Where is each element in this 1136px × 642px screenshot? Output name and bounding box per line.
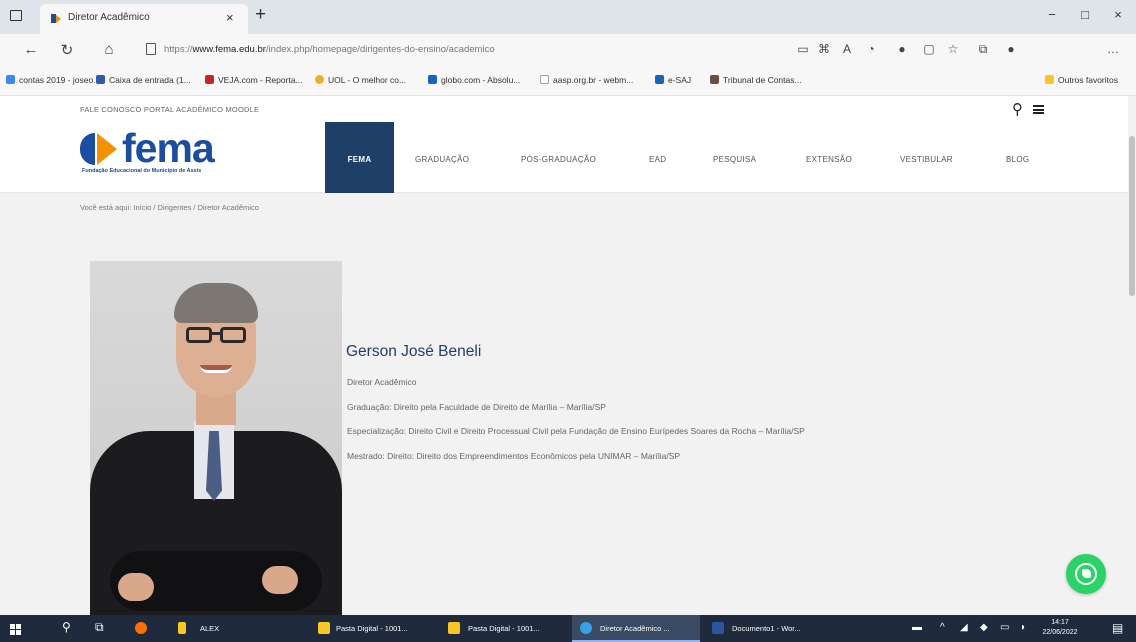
taskbar-app-pasta-2[interactable]: Pasta Digital - 1001...: [448, 615, 568, 642]
logo-mark-icon: [80, 133, 120, 165]
whatsapp-icon[interactable]: [1066, 554, 1106, 594]
search-icon[interactable]: ⚲: [1012, 100, 1023, 118]
folder-icon: [1045, 75, 1054, 84]
volume-icon[interactable]: ◗: [1020, 622, 1026, 633]
hamburger-menu-icon[interactable]: [1033, 105, 1044, 114]
edge-icon: [580, 622, 592, 634]
security-icon[interactable]: ◆: [980, 622, 988, 633]
taskbar-user-label[interactable]: ALEX: [200, 624, 219, 633]
bookmark-item[interactable]: e-SAJ: [655, 75, 691, 85]
nav-item-ead[interactable]: EAD: [649, 155, 666, 164]
extension-puzzle-icon[interactable]: ▢: [920, 42, 938, 56]
page-icon: [540, 75, 549, 84]
nav-item-extensao[interactable]: EXTENSÃO: [806, 155, 852, 164]
read-aloud-icon[interactable]: A: [838, 42, 856, 56]
nav-item-fema[interactable]: FEMA: [325, 122, 394, 193]
top-links[interactable]: FALE CONOSCO PORTAL ACADÊMICO MOODLE: [80, 105, 259, 114]
bookmarks-bar: contas 2019 - joseo... Caixa de entrada …: [0, 66, 1136, 96]
logo-text: fema: [122, 125, 215, 171]
page-info-icon[interactable]: [146, 43, 156, 55]
bookmark-item[interactable]: VEJA.com - Reporta...: [205, 75, 303, 85]
nav-item-pos-graduacao[interactable]: PÓS-GRADUAÇÃO: [521, 155, 596, 164]
battery-icon[interactable]: ▭: [1000, 622, 1009, 633]
system-clock[interactable]: 14:17 22/06/2022: [1041, 618, 1079, 638]
uol-icon: [315, 75, 324, 84]
bookmark-item[interactable]: Tribunal de Contas...: [710, 75, 802, 85]
extensions-icon[interactable]: ◔: [862, 42, 880, 56]
bookmark-item[interactable]: globo.com - Absolu...: [428, 75, 520, 85]
taskbar-app-browser[interactable]: Diretor Acadêmico ...: [572, 615, 700, 642]
bookmark-item[interactable]: contas 2019 - joseo...: [6, 75, 100, 85]
search-taskbar-icon[interactable]: ⚲: [62, 620, 71, 634]
bookmark-item[interactable]: Caixa de entrada (1...: [96, 75, 191, 85]
mestrado-line: Mestrado: Direito: Direito dos Empreendi…: [347, 451, 681, 461]
profile-avatar-icon[interactable]: ●: [1002, 42, 1020, 56]
folder-icon: [448, 622, 460, 634]
tribunal-icon: [710, 75, 719, 84]
nav-item-vestibular[interactable]: VESTIBULAR: [900, 155, 953, 164]
nav-item-pesquisa[interactable]: PESQUISA: [713, 155, 756, 164]
tab-actions-icon[interactable]: [10, 10, 22, 21]
browser-tab-bar: Diretor Acadêmico × + − □ ×: [0, 0, 1136, 34]
tab-close-icon[interactable]: ×: [226, 10, 234, 25]
google-icon: [6, 75, 15, 84]
logo-subtitle: Fundação Educacional do Município de Ass…: [82, 168, 202, 174]
top-strip: FALE CONOSCO PORTAL ACADÊMICO MOODLE ⚲: [0, 96, 1136, 122]
esaj-icon: [655, 75, 664, 84]
reader-icon[interactable]: ▭: [794, 42, 812, 56]
profile-photo: [90, 261, 342, 615]
word-icon: [712, 622, 724, 634]
reload-icon[interactable]: ↻: [58, 41, 76, 59]
web-page: FALE CONOSCO PORTAL ACADÊMICO MOODLE ⚲ f…: [0, 96, 1136, 615]
folder-icon: [318, 622, 330, 634]
graduacao-line: Graduação: Direito pela Faculdade de Dir…: [347, 402, 606, 412]
person-name: Gerson José Beneli: [346, 343, 482, 360]
new-tab-button[interactable]: +: [255, 5, 266, 25]
folder-taskbar-icon[interactable]: [178, 622, 186, 634]
apps-icon[interactable]: ⌘: [815, 42, 833, 56]
mail-icon: [96, 75, 105, 84]
home-icon[interactable]: ⌂: [100, 41, 118, 58]
address-toolbar: ← ↻ ⌂ https://www.fema.edu.br/index.php/…: [0, 34, 1136, 66]
close-window-button[interactable]: ×: [1108, 7, 1128, 22]
network-icon[interactable]: ◢: [960, 622, 968, 633]
favorites-icon[interactable]: ☆: [944, 42, 962, 56]
veja-icon: [205, 75, 214, 84]
bookmark-item[interactable]: aasp.org.br - webm...: [540, 75, 633, 85]
show-hidden-icons[interactable]: ^: [940, 622, 945, 633]
taskbar-app-pasta-1[interactable]: Pasta Digital - 1001...: [318, 615, 440, 642]
fema-favicon-icon: [51, 14, 61, 23]
start-button[interactable]: [10, 615, 24, 642]
back-icon[interactable]: ←: [22, 41, 40, 58]
nav-item-blog[interactable]: BLOG: [1006, 155, 1029, 164]
windows-taskbar: ⚲ ⧉ ALEX Pasta Digital - 1001... Pasta D…: [0, 615, 1136, 642]
nav-item-graduacao[interactable]: GRADUAÇÃO: [415, 155, 469, 164]
especializacao-line: Especialização: Direito Civil e Direito …: [347, 426, 805, 436]
more-menu-icon[interactable]: …: [1104, 42, 1122, 56]
minimize-button[interactable]: −: [1042, 7, 1062, 22]
action-center-icon[interactable]: ▤: [1112, 621, 1123, 635]
scrollbar-thumb[interactable]: [1129, 136, 1135, 296]
browser-tab[interactable]: Diretor Acadêmico ×: [40, 4, 248, 34]
globo-icon: [428, 75, 437, 84]
other-favorites[interactable]: Outros favoritos: [1045, 75, 1118, 85]
collections-icon[interactable]: ⧉: [974, 42, 992, 57]
fema-logo[interactable]: fema Fundação Educacional do Município d…: [80, 125, 260, 179]
task-view-icon[interactable]: ⧉: [95, 620, 104, 635]
main-navigation: fema Fundação Educacional do Município d…: [0, 122, 1136, 193]
firefox-icon[interactable]: [135, 622, 147, 634]
notification-icon[interactable]: ▬: [912, 622, 922, 633]
maximize-button[interactable]: □: [1075, 7, 1095, 22]
taskbar-app-word[interactable]: Documento1 - Wor...: [708, 615, 828, 642]
breadcrumb[interactable]: Você está aqui: Início / Dirigentes / Di…: [80, 203, 259, 212]
extension-circle-icon[interactable]: ●: [893, 42, 911, 56]
tab-title: Diretor Acadêmico: [68, 12, 150, 23]
person-role: Diretor Acadêmico: [347, 377, 417, 387]
bookmark-item[interactable]: UOL - O melhor co...: [315, 75, 406, 85]
url-field[interactable]: https://www.fema.edu.br/index.php/homepa…: [164, 44, 495, 55]
